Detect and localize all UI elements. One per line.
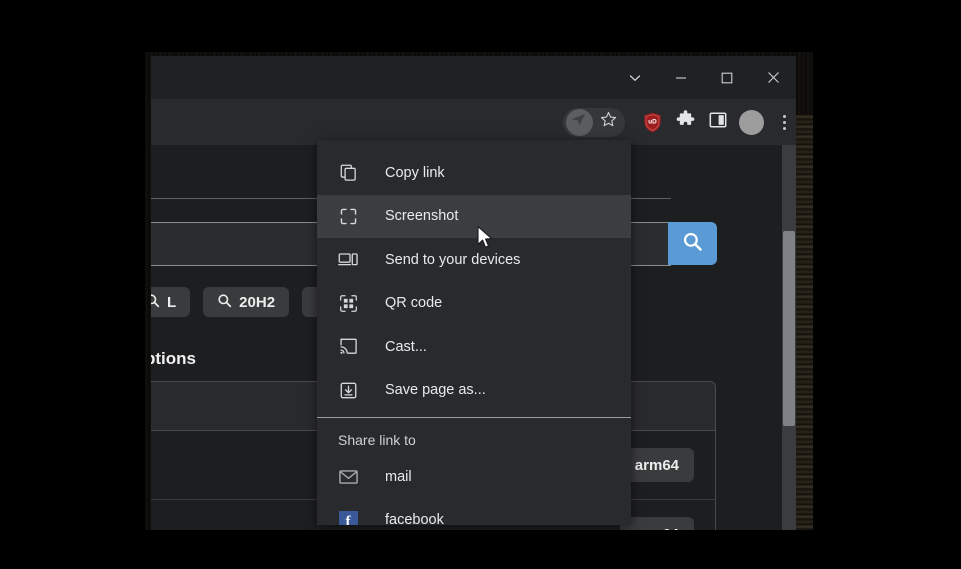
search-icon xyxy=(217,293,232,312)
puzzle-piece-icon xyxy=(676,110,695,134)
browser-toolbar: uD xyxy=(151,99,796,145)
svg-text:uD: uD xyxy=(648,118,657,125)
menu-item-label: Cast... xyxy=(385,339,427,355)
search-icon xyxy=(151,293,160,312)
menu-item-label: mail xyxy=(385,469,412,485)
profile-button[interactable] xyxy=(736,107,766,137)
close-icon xyxy=(767,71,780,84)
desktop-wallpaper-right-strip xyxy=(796,115,813,530)
qr-code-icon xyxy=(338,293,358,313)
copy-link-icon xyxy=(338,163,358,183)
share-button[interactable] xyxy=(563,107,593,137)
facebook-icon: f xyxy=(338,510,358,525)
page-scrollbar-track[interactable] xyxy=(782,145,796,530)
minimize-button[interactable] xyxy=(658,56,704,99)
menu-item-send-to-your-devices[interactable]: Send to your devices xyxy=(317,238,631,282)
mail-envelope-icon xyxy=(338,467,358,487)
page-scrollbar-thumb[interactable] xyxy=(783,231,795,426)
avatar-icon xyxy=(739,110,764,135)
close-button[interactable] xyxy=(750,56,796,99)
star-icon xyxy=(600,111,617,133)
filter-chip[interactable]: 20H2 xyxy=(203,287,289,317)
menu-separator xyxy=(317,417,631,418)
three-dot-menu-icon xyxy=(774,111,794,133)
chevron-down-icon xyxy=(628,71,642,85)
ublock-origin-button[interactable]: uD xyxy=(637,107,667,137)
menu-item-cast[interactable]: Cast... xyxy=(317,325,631,369)
bookmark-button[interactable] xyxy=(593,107,623,137)
search-submit-button[interactable] xyxy=(668,222,717,265)
maximize-button[interactable] xyxy=(704,56,750,99)
menu-item-qr-code[interactable]: QR code xyxy=(317,282,631,326)
browser-menu-button[interactable] xyxy=(769,107,796,137)
menu-item-label: Screenshot xyxy=(385,208,458,224)
menu-item-copy-link[interactable]: Copy link xyxy=(317,151,631,195)
menu-item-label: Save page as... xyxy=(385,382,486,398)
menu-item-label: QR code xyxy=(385,295,442,311)
toolbar-right-icons: uD xyxy=(637,107,796,137)
share-dropdown-menu: Copy link Screenshot Send xyxy=(317,140,631,525)
menu-item-label: Send to your devices xyxy=(385,252,520,268)
omnibox-actions xyxy=(563,107,623,137)
menu-item-facebook[interactable]: f facebook xyxy=(317,499,631,526)
browser-title-bar xyxy=(151,56,796,99)
square-icon xyxy=(721,72,733,84)
share-section-label: Share link to xyxy=(317,425,631,455)
extensions-button[interactable] xyxy=(670,107,700,137)
minus-icon xyxy=(675,72,687,84)
filter-chip[interactable]: L xyxy=(151,287,190,317)
menu-item-screenshot[interactable]: Screenshot xyxy=(317,195,631,239)
section-heading: ck options xyxy=(151,349,196,369)
menu-item-label: facebook xyxy=(385,512,444,525)
menu-item-save-page-as[interactable]: Save page as... xyxy=(317,369,631,413)
side-panel-icon xyxy=(709,111,727,134)
menu-item-label: Copy link xyxy=(385,165,445,181)
screenshot-crop-icon xyxy=(338,206,358,226)
menu-item-mail[interactable]: mail xyxy=(317,455,631,499)
screen: uD xyxy=(0,0,961,569)
devices-icon xyxy=(338,250,358,270)
ublock-origin-shield-icon: uD xyxy=(643,112,661,132)
share-send-icon xyxy=(570,111,587,133)
tab-search-button[interactable] xyxy=(612,56,658,99)
facebook-glyph: f xyxy=(339,511,358,525)
side-panel-button[interactable] xyxy=(703,107,733,137)
window-controls xyxy=(612,56,796,99)
filter-chip-label: L xyxy=(167,294,176,311)
filter-chip-label: 20H2 xyxy=(239,294,275,311)
save-page-icon xyxy=(338,380,358,400)
cast-icon xyxy=(338,337,358,357)
search-icon xyxy=(682,231,703,257)
